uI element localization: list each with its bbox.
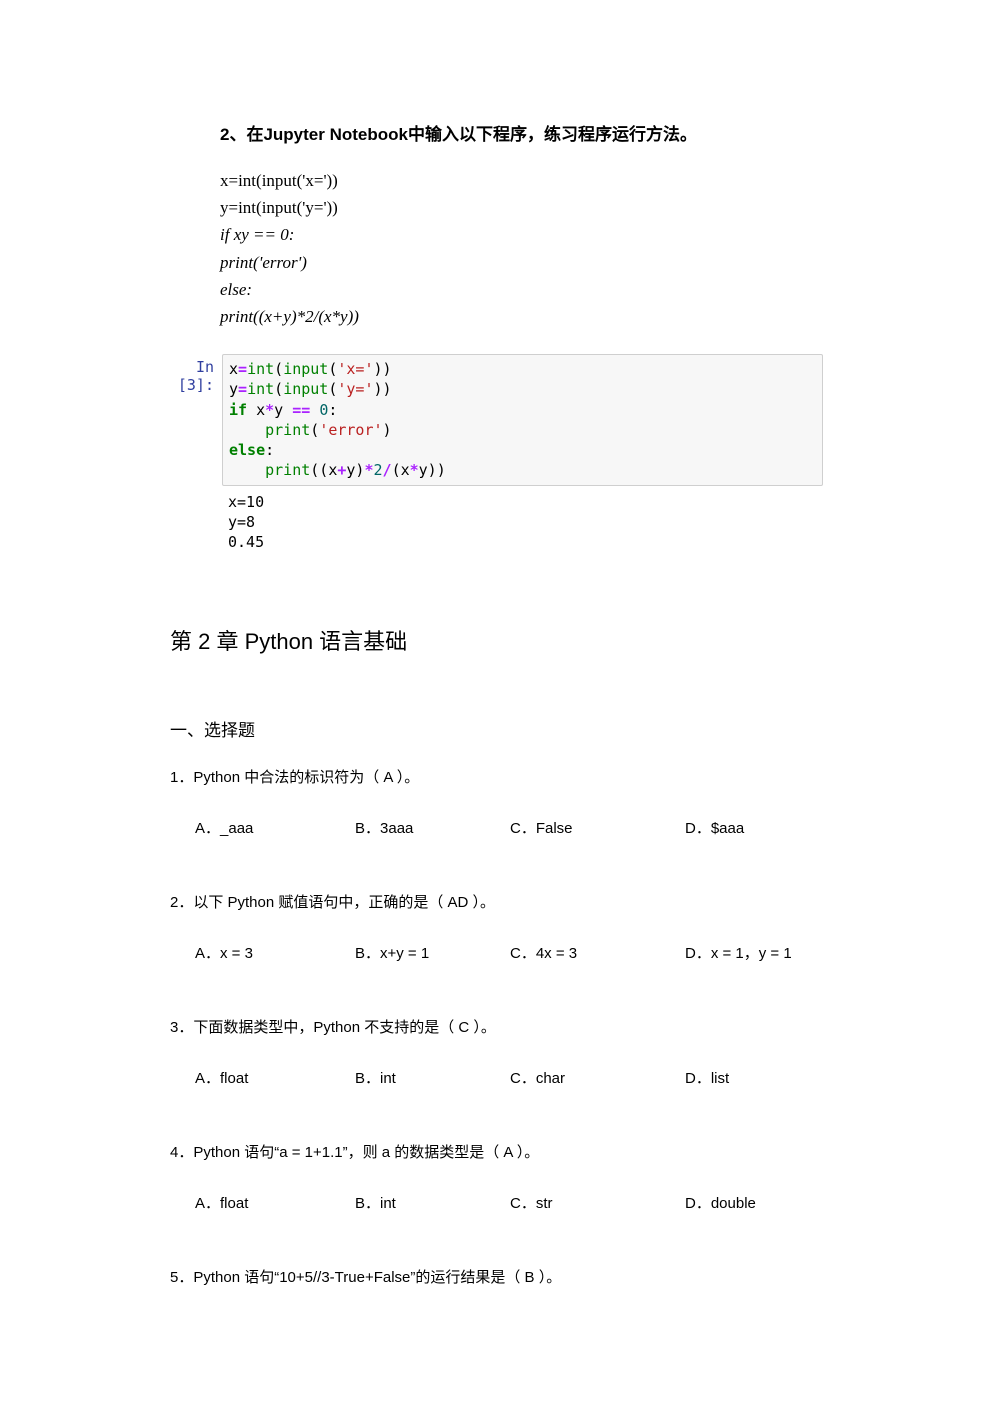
question-2: 2．以下 Python 赋值语句中，正确的是（ AD ）。 A．x = 3 B．… <box>170 892 823 965</box>
out-l1: x=10 <box>228 493 264 511</box>
exercise-title: 2、在Jupyter Notebook中输入以下程序，练习程序运行方法。 <box>220 120 823 145</box>
q4-stem: 4．Python 语句“a = 1+1.1”，则 a 的数据类型是（ A ）。 <box>170 1142 823 1165</box>
q1-opt-c: C．False <box>510 818 685 841</box>
q1-stem: 1．Python 中合法的标识符为（ A ）。 <box>170 767 823 790</box>
q4-opt-d: D．double <box>685 1193 823 1216</box>
q1-opt-d: D．$aaa <box>685 818 823 841</box>
pc-l5: else: <box>220 280 252 299</box>
out-l2: y=8 <box>228 513 255 531</box>
q1-opt-a: A．_aaa <box>195 818 355 841</box>
q2-opt-d: D．x = 1，y = 1 <box>685 943 823 966</box>
section-title: 一、选择题 <box>170 716 823 741</box>
pc-l3: if xy == 0: <box>220 225 294 244</box>
input-prompt: In [3]: <box>170 354 222 394</box>
out-l3: 0.45 <box>228 533 264 551</box>
jupyter-cell: In [3]: x=int(input('x=')) y=int(input('… <box>170 354 823 486</box>
pc-l2: y=int(input('y=')) <box>220 198 338 217</box>
q2-opt-c: C．4x = 3 <box>510 943 685 966</box>
pc-l6: print((x+y)*2/(x*y)) <box>220 307 359 326</box>
question-3: 3．下面数据类型中，Python 不支持的是（ C ）。 A．float B．i… <box>170 1017 823 1090</box>
cell-output: x=10 y=8 0.45 <box>222 486 823 555</box>
q3-opt-c: C．char <box>510 1068 685 1091</box>
q3-stem: 3．下面数据类型中，Python 不支持的是（ C ）。 <box>170 1017 823 1040</box>
pc-l4: print('error') <box>220 253 307 272</box>
question-1: 1．Python 中合法的标识符为（ A ）。 A．_aaa B．3aaa C．… <box>170 767 823 840</box>
q4-opt-b: B．int <box>355 1193 510 1216</box>
q5-stem: 5．Python 语句“10+5//3-True+False”的运行结果是（ B… <box>170 1267 823 1290</box>
question-5: 5．Python 语句“10+5//3-True+False”的运行结果是（ B… <box>170 1267 823 1290</box>
chapter-title: 第 2 章 Python 语言基础 <box>170 624 823 656</box>
q4-opt-c: C．str <box>510 1193 685 1216</box>
q1-opt-b: B．3aaa <box>355 818 510 841</box>
q3-opt-a: A．float <box>195 1068 355 1091</box>
q3-opt-b: B．int <box>355 1068 510 1091</box>
pc-l1: x=int(input('x=')) <box>220 171 338 190</box>
question-4: 4．Python 语句“a = 1+1.1”，则 a 的数据类型是（ A ）。 … <box>170 1142 823 1215</box>
q2-opt-a: A．x = 3 <box>195 943 355 966</box>
pseudo-code-block: x=int(input('x=')) y=int(input('y=')) if… <box>220 167 823 330</box>
q2-stem: 2．以下 Python 赋值语句中，正确的是（ AD ）。 <box>170 892 823 915</box>
q2-opt-b: B．x+y = 1 <box>355 943 510 966</box>
code-input-area: x=int(input('x=')) y=int(input('y=')) if… <box>222 354 823 486</box>
q3-opt-d: D．list <box>685 1068 823 1091</box>
q4-opt-a: A．float <box>195 1193 355 1216</box>
